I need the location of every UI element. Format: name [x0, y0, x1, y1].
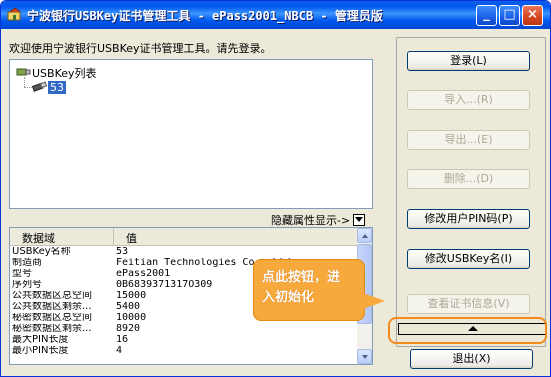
view-cert-button[interactable]: 查看证书信息(V): [407, 294, 530, 314]
usbkey-device-icon: [32, 81, 48, 92]
table-row[interactable]: USBKey名称 53: [10, 247, 358, 257]
row-field: 最大PIN长度: [12, 335, 69, 345]
highlight-ring: [388, 317, 547, 344]
dropdown-arrow-icon[interactable]: [353, 214, 366, 226]
import-button[interactable]: 导入...(R): [407, 90, 530, 110]
app-icon: [7, 7, 21, 21]
table-row[interactable]: 最大PIN长度 16: [10, 335, 358, 345]
close-button[interactable]: ×: [522, 5, 543, 26]
title-bar[interactable]: 宁波银行USBKey证书管理工具 - ePass2001_NBCB - 管理员版…: [1, 1, 550, 29]
row-field: 序列号: [12, 280, 42, 290]
table-row[interactable]: 最小PIN长度 4: [10, 346, 358, 356]
tree-item-label: 53: [48, 80, 66, 94]
tree-connector: [24, 87, 32, 88]
row-field: USBKey名称: [12, 247, 71, 257]
tree-root-label: USBKey列表: [32, 67, 97, 80]
row-field: 最小PIN长度: [12, 346, 69, 356]
export-button[interactable]: 导出...(E): [407, 130, 530, 150]
table-row[interactable]: 秘密数据区剩余... 8920: [10, 324, 358, 334]
hide-attributes-label: 隐藏属性显示->: [271, 214, 351, 227]
hide-attributes-toggle[interactable]: 隐藏属性显示->: [271, 212, 366, 228]
row-value: 4: [116, 346, 123, 356]
grid-header: 数据域 值: [10, 228, 358, 246]
row-field: 公共数据区总空间: [12, 291, 92, 301]
usbkey-tree[interactable]: USBKey列表 53: [9, 59, 373, 209]
column-header-field[interactable]: 数据域: [10, 228, 114, 245]
scroll-down-icon[interactable]: [357, 349, 372, 364]
tree-root[interactable]: USBKey列表: [16, 65, 97, 81]
rename-key-button[interactable]: 修改USBKey名(I): [407, 249, 530, 269]
scroll-up-icon[interactable]: [357, 228, 372, 243]
delete-button[interactable]: 删除...(D): [407, 169, 530, 189]
maximize-button[interactable]: □: [499, 5, 520, 26]
main-panel: 欢迎使用宁波银行USBKey证书管理工具。请先登录。 USBKey列表 53 隐…: [4, 29, 390, 375]
row-field: 公共数据区剩余...: [12, 302, 92, 312]
row-field: 型号: [12, 269, 32, 279]
row-value: 53: [116, 247, 129, 257]
row-field: 秘密数据区总空间: [12, 313, 92, 323]
tree-item-53[interactable]: 53: [32, 80, 66, 94]
callout-pointer: [363, 293, 385, 309]
row-field: 秘密数据区剩余...: [12, 324, 92, 334]
minimize-button[interactable]: _: [476, 5, 497, 26]
callout-line-2: 入初始化: [262, 290, 315, 305]
row-value: 8920: [116, 324, 141, 334]
app-window: 宁波银行USBKey证书管理工具 - ePass2001_NBCB - 管理员版…: [0, 0, 551, 377]
callout-line-1: 点此按钮，进: [262, 270, 341, 285]
window-title: 宁波银行USBKey证书管理工具 - ePass2001_NBCB - 管理员版: [27, 9, 383, 23]
exit-button[interactable]: 退出(X): [410, 349, 533, 369]
change-pin-button[interactable]: 修改用户PIN码(P): [407, 209, 530, 229]
login-button[interactable]: 登录(L): [407, 51, 530, 71]
row-value: 16: [116, 335, 129, 345]
tree-connector: [24, 77, 25, 87]
row-field: 制造商: [12, 258, 42, 268]
column-header-value[interactable]: 值: [114, 228, 358, 245]
callout-tooltip: 点此按钮，进 入初始化: [253, 259, 365, 321]
welcome-message: 欢迎使用宁波银行USBKey证书管理工具。请先登录。: [9, 42, 272, 55]
